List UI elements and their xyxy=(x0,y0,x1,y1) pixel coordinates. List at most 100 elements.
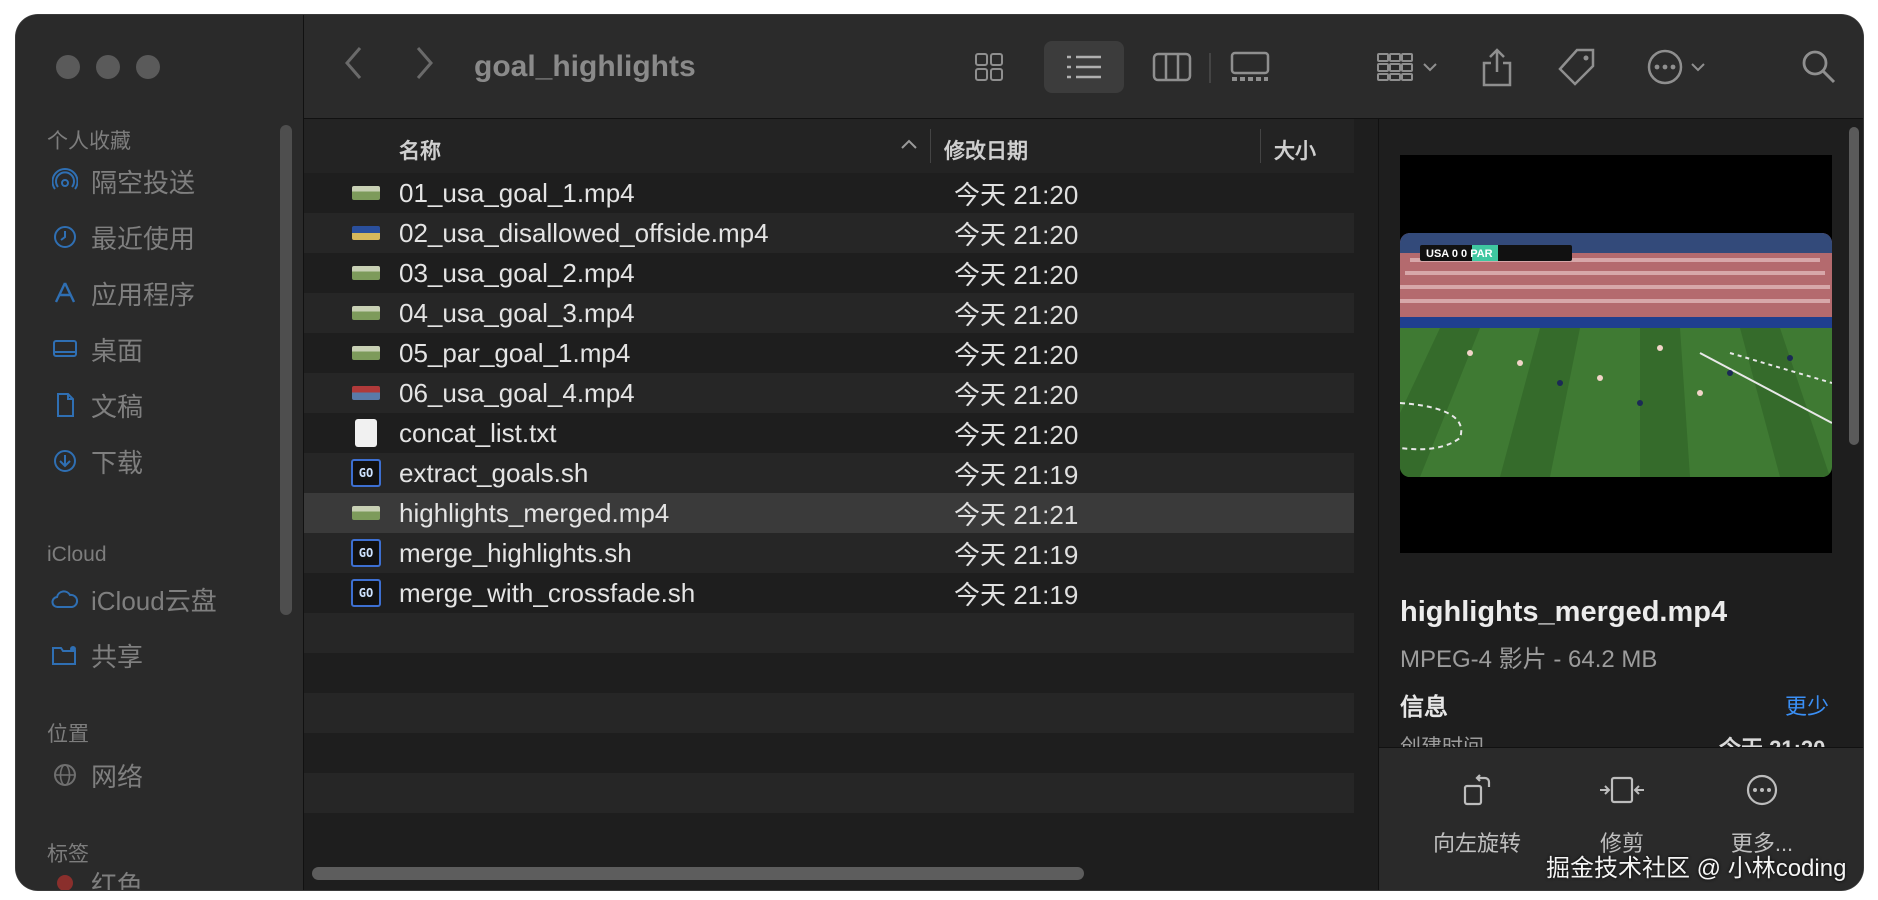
file-date: 今天 21:20 xyxy=(954,419,1079,450)
file-row[interactable]: 04_usa_goal_3.mp4今天 21:201 xyxy=(304,293,1354,333)
close-button[interactable] xyxy=(56,55,80,79)
file-row[interactable]: 02_usa_disallowed_offside.mp4 今天 21:20 xyxy=(304,213,1354,253)
zoom-button[interactable] xyxy=(136,55,160,79)
horizontal-scrollbar[interactable] xyxy=(312,867,1084,880)
sort-ascending-chevron-icon[interactable] xyxy=(900,133,918,157)
file-row[interactable]: concat_list.txt今天 21:201( xyxy=(304,413,1354,453)
preview-scrollbar[interactable] xyxy=(1849,127,1859,445)
minimize-button[interactable] xyxy=(96,55,120,79)
preview-filename: highlights_merged.mp4 xyxy=(1400,596,1728,628)
gallery-icon xyxy=(1230,51,1270,81)
gallery-view-button[interactable] xyxy=(1219,41,1281,93)
airdrop-icon xyxy=(51,167,79,195)
file-row[interactable]: 05_par_goal_1.mp4 今天 21:20 xyxy=(304,333,1354,373)
toolbar: goal_highlights xyxy=(304,15,1863,119)
columns-icon xyxy=(1152,52,1192,82)
share-button[interactable] xyxy=(1474,41,1520,93)
action-button[interactable] xyxy=(1639,41,1713,93)
file-name: merge_highlights.sh xyxy=(399,537,632,568)
file-name: highlights_merged.mp4 xyxy=(399,497,670,528)
column-separator[interactable] xyxy=(1260,129,1261,163)
sidebar-item-label: 最近使用 xyxy=(91,223,196,254)
document-icon xyxy=(51,391,79,419)
sidebar-item-tag-red[interactable]: 红色 xyxy=(51,863,143,890)
file-date: 今天 21:20 xyxy=(954,379,1079,410)
file-row[interactable]: 03_usa_goal_2.mp4今天 21:201 xyxy=(304,253,1354,293)
back-button[interactable] xyxy=(344,45,364,91)
show-less-link[interactable]: 更少 xyxy=(1785,689,1829,721)
video-file-icon xyxy=(351,262,381,284)
shared-folder-icon xyxy=(51,641,79,669)
column-date-header[interactable]: 修改日期 xyxy=(944,135,1028,165)
clock-icon xyxy=(51,223,79,251)
group-button[interactable] xyxy=(1369,41,1445,93)
file-date: 今天 21:19 xyxy=(954,459,1079,490)
sidebar-item-documents[interactable]: 文稿 xyxy=(51,385,143,425)
icon-view-button[interactable] xyxy=(964,41,1014,93)
file-row[interactable]: highlights_merged.mp4今天 21:216 xyxy=(304,493,1354,533)
sidebar: 个人收藏 隔空投送 最近使用 应用程序 桌面 文稿 下载 iCloud iClo… xyxy=(16,15,304,890)
preview-media: USA 0 0 PAR xyxy=(1400,155,1832,553)
sidebar-item-label: 共享 xyxy=(91,641,144,672)
group-by-icon xyxy=(1377,53,1413,81)
column-name-header[interactable]: 名称 xyxy=(399,135,441,165)
file-date: 今天 21:19 xyxy=(954,539,1079,570)
video-thumbnail[interactable]: USA 0 0 PAR xyxy=(1400,233,1832,477)
file-date: 今天 21:20 xyxy=(954,299,1079,330)
more-actions-button[interactable]: 更多... xyxy=(1697,770,1827,858)
video-file-icon xyxy=(351,382,381,404)
toolbar-divider xyxy=(1209,53,1211,83)
file-date: 今天 21:21 xyxy=(954,499,1079,530)
column-separator[interactable] xyxy=(930,129,931,163)
red-tag-dot-icon xyxy=(51,869,79,890)
rotate-left-button[interactable]: 向左旋转 xyxy=(1412,770,1542,858)
video-file-icon xyxy=(351,342,381,364)
file-name: 03_usa_goal_2.mp4 xyxy=(399,257,635,288)
sidebar-item-label: 红色 xyxy=(91,869,144,891)
list-view-button[interactable] xyxy=(1044,41,1124,93)
chevron-left-icon xyxy=(345,47,362,79)
empty-row xyxy=(304,813,1354,853)
sidebar-item-downloads[interactable]: 下载 xyxy=(51,441,143,481)
file-row[interactable]: 06_usa_goal_4.mp4今天 21:201 xyxy=(304,373,1354,413)
sidebar-item-network[interactable]: 网络 xyxy=(51,755,143,795)
shell-script-icon: GO xyxy=(351,459,381,487)
file-row[interactable]: GO merge_with_crossfade.sh 今天 21:19 xyxy=(304,573,1354,613)
column-header: 名称 修改日期 大小 xyxy=(304,119,1354,174)
search-button[interactable] xyxy=(1794,41,1844,93)
sidebar-item-recents[interactable]: 最近使用 xyxy=(51,217,195,257)
list-icon xyxy=(1067,55,1101,79)
file-row[interactable]: GO extract_goals.sh 今天 21:19 xyxy=(304,453,1354,493)
empty-row xyxy=(304,693,1354,733)
file-name: 04_usa_goal_3.mp4 xyxy=(399,297,635,328)
video-file-icon xyxy=(351,222,381,244)
sidebar-scrollbar[interactable] xyxy=(280,125,292,615)
file-row[interactable]: GOmerge_highlights.sh今天 21:1959 xyxy=(304,533,1354,573)
sidebar-item-icloud-drive[interactable]: iCloud云盘 xyxy=(51,579,217,619)
file-date: 今天 21:20 xyxy=(954,179,1079,210)
trim-button[interactable]: 修剪 xyxy=(1557,770,1687,858)
file-date: 今天 21:20 xyxy=(954,259,1079,290)
tag-button[interactable] xyxy=(1552,41,1602,93)
video-file-icon xyxy=(351,182,381,204)
column-size-header[interactable]: 大小 xyxy=(1274,135,1316,165)
file-row[interactable]: 01_usa_goal_1.mp4今天 21:201 xyxy=(304,173,1354,213)
window-controls xyxy=(56,55,160,79)
sidebar-item-desktop[interactable]: 桌面 xyxy=(51,329,143,369)
forward-button[interactable] xyxy=(414,45,434,91)
info-heading: 信息 xyxy=(1400,694,1448,721)
empty-row xyxy=(304,613,1354,653)
window-title: goal_highlights xyxy=(474,50,696,83)
search-icon xyxy=(1802,50,1836,84)
chevron-down-icon xyxy=(1691,63,1705,72)
sidebar-item-shared[interactable]: 共享 xyxy=(51,635,143,675)
file-name: 05_par_goal_1.mp4 xyxy=(399,337,631,368)
sidebar-item-label: 隔空投送 xyxy=(91,167,196,198)
sidebar-item-applications[interactable]: 应用程序 xyxy=(51,273,195,313)
sidebar-item-label: 下载 xyxy=(91,447,144,478)
applications-icon xyxy=(51,279,79,307)
network-icon xyxy=(51,761,79,789)
sidebar-item-airdrop[interactable]: 隔空投送 xyxy=(51,161,195,201)
share-icon xyxy=(1482,48,1512,87)
column-view-button[interactable] xyxy=(1142,41,1202,93)
